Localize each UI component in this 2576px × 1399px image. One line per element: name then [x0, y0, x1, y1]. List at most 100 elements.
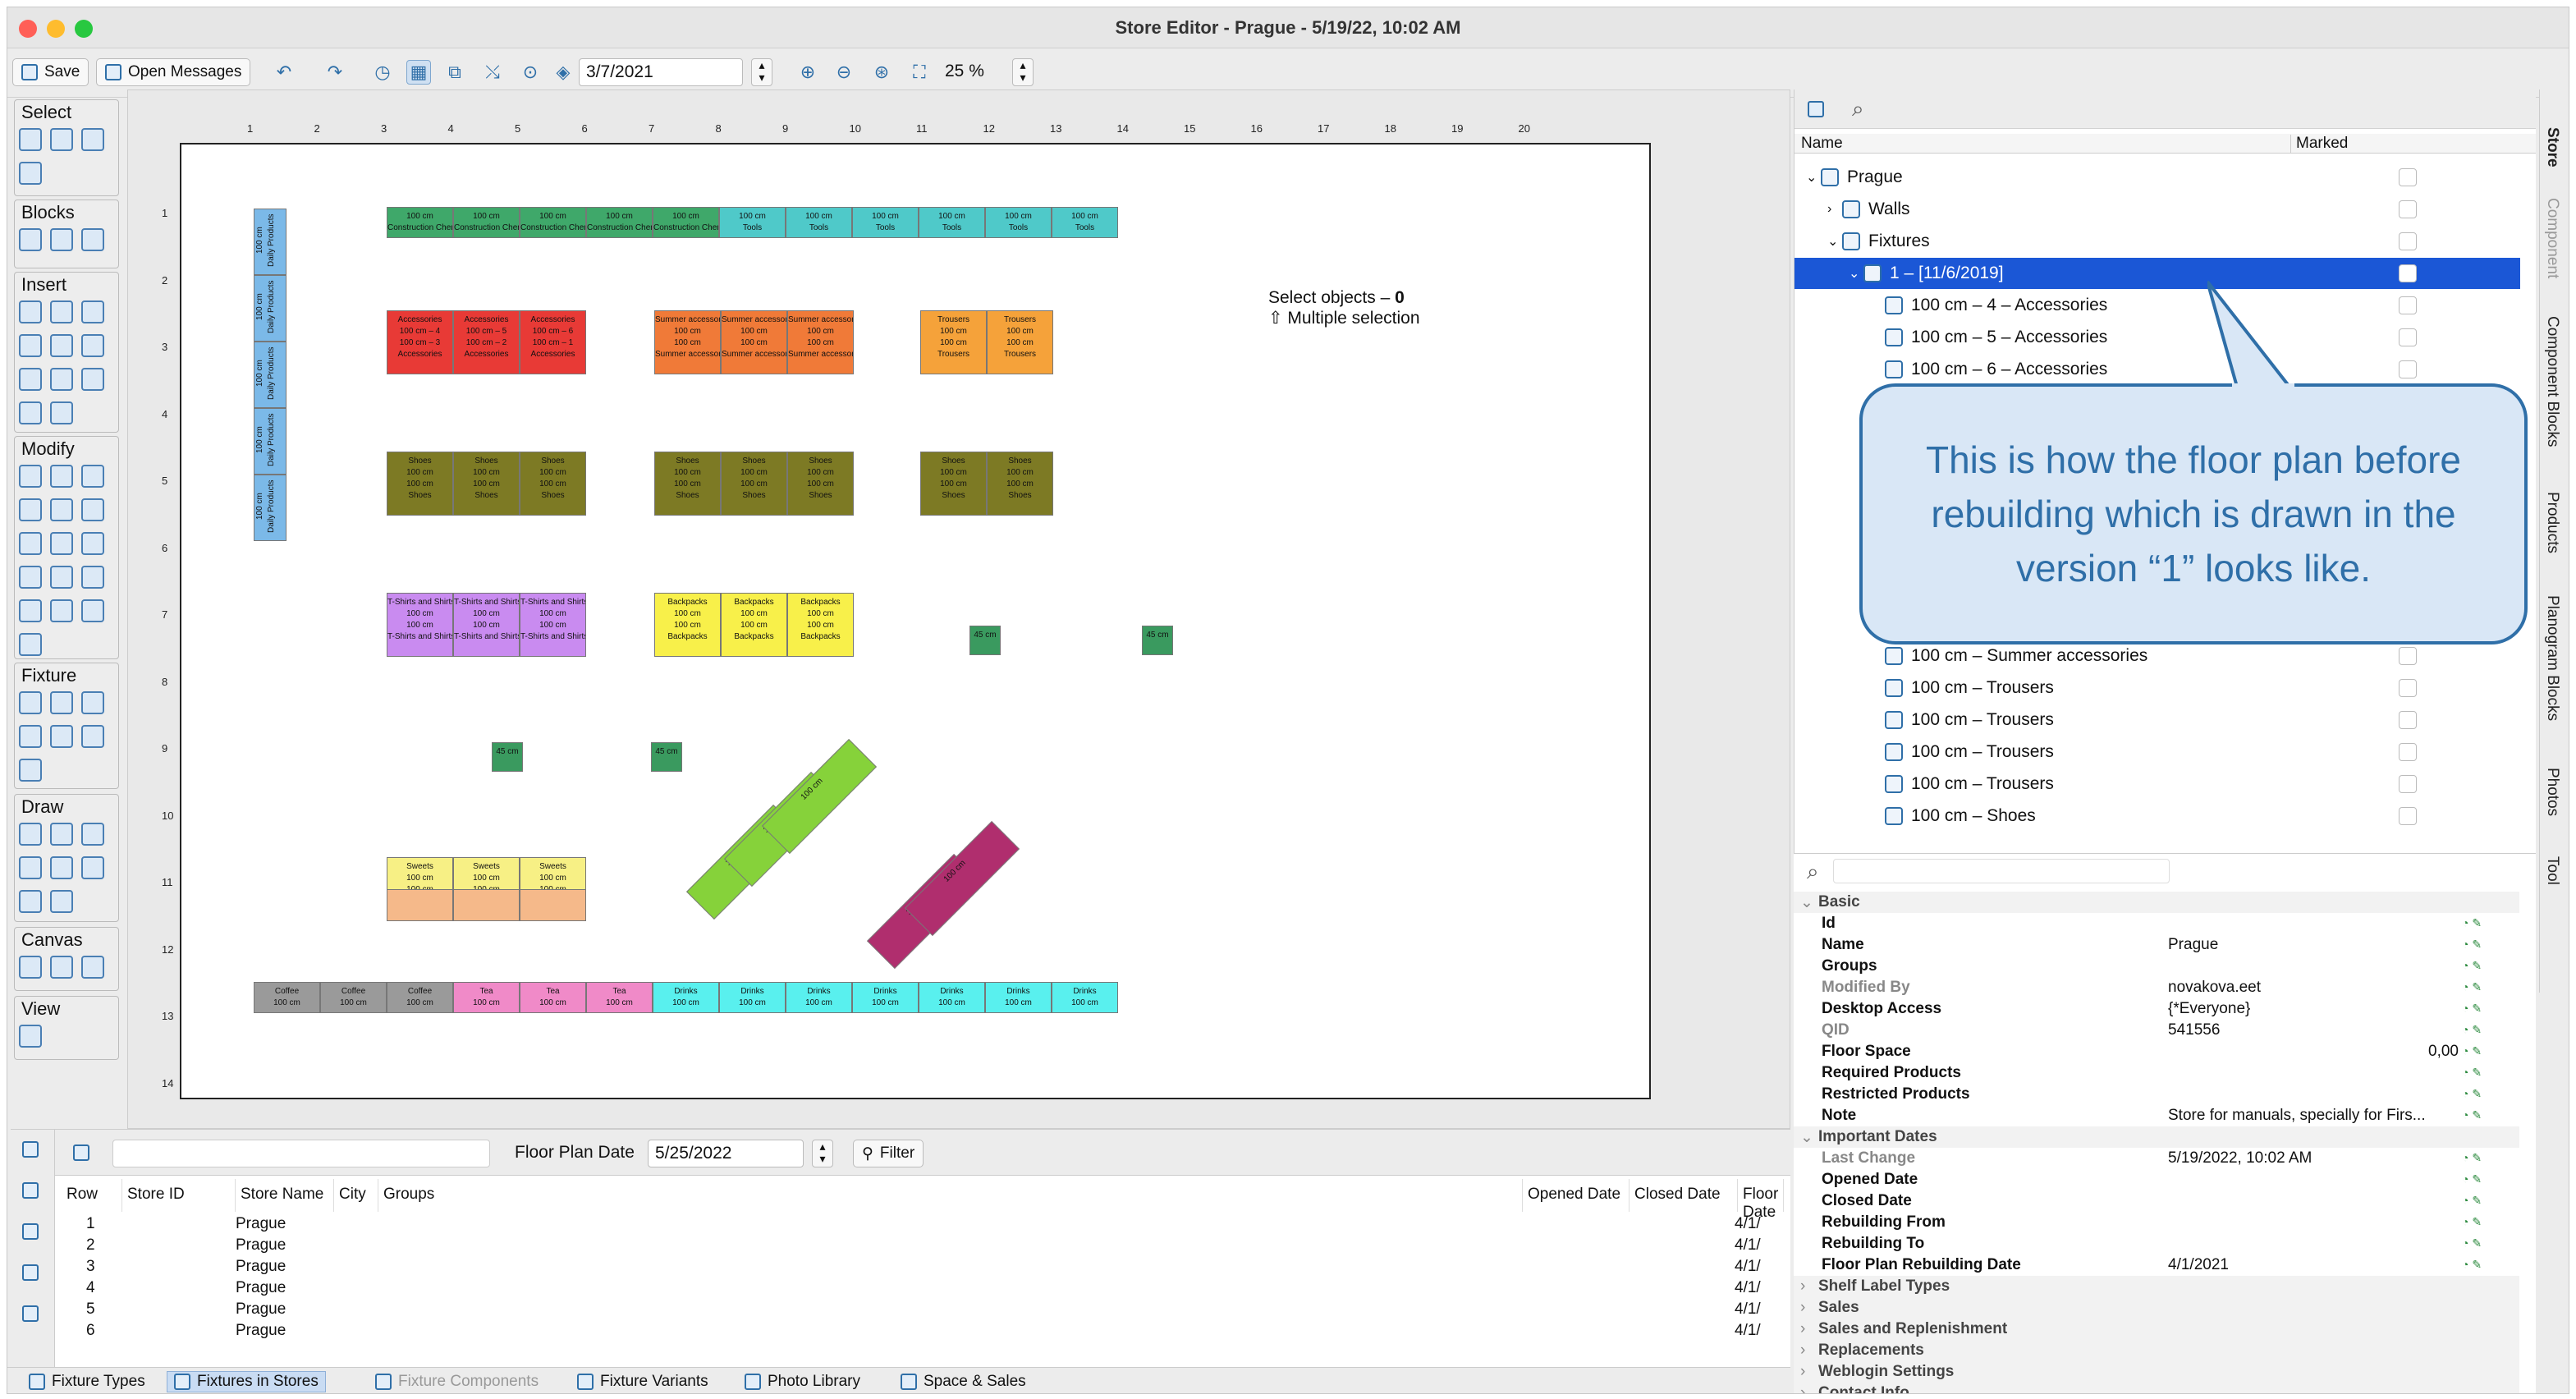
tab-component-blocks[interactable]: Component Blocks: [2543, 316, 2561, 447]
fixture-tree-icon[interactable]: [19, 691, 42, 714]
marked-checkbox[interactable]: [2399, 328, 2417, 346]
tree-expand-icon[interactable]: ⌄: [1849, 265, 1863, 282]
insert-table-icon[interactable]: [81, 300, 104, 323]
property-row[interactable]: Last Change 5/19/2022, 10:02 AM ◔ ✎: [1794, 1148, 2519, 1169]
view-options-icon[interactable]: [19, 1025, 42, 1048]
daily-products-fixture[interactable]: 100 cm Daily Products: [254, 475, 286, 541]
insert-ruler-icon[interactable]: [19, 368, 42, 391]
undo-icon[interactable]: ↶: [272, 60, 296, 85]
block-icon[interactable]: [19, 228, 42, 251]
table-column-header[interactable]: Store ID: [122, 1179, 236, 1212]
select-tool-icon[interactable]: [19, 128, 42, 151]
backpacks-fixture[interactable]: Backpacks 100 cm 100 cm Backpacks: [654, 593, 721, 657]
property-action-icons[interactable]: ◔ ✎: [2462, 916, 2495, 931]
fixture[interactable]: Tea 100 cm: [586, 982, 653, 1013]
draw-curve-icon[interactable]: [19, 856, 42, 879]
excel-icon[interactable]: [22, 1141, 39, 1158]
table-column-header[interactable]: Groups: [378, 1179, 1523, 1212]
align-center-icon[interactable]: [50, 532, 73, 555]
draw-rect-icon[interactable]: [81, 856, 104, 879]
tree-expand-icon[interactable]: ⌄: [1806, 169, 1821, 186]
property-row[interactable]: Modified By novakova.eet ◔ ✎: [1794, 977, 2519, 998]
property-action-icons[interactable]: ◔ ✎: [2462, 959, 2495, 974]
fixture[interactable]: Drinks 100 cm: [719, 982, 786, 1013]
table-row[interactable]: 2 Prague 4/1/: [63, 1236, 1779, 1258]
layer-tool-icon[interactable]: [81, 128, 104, 151]
insert-pen-icon[interactable]: [50, 368, 73, 391]
insert-text-icon[interactable]: [19, 334, 42, 357]
draw-circle-icon[interactable]: [19, 890, 42, 913]
table-column-header[interactable]: City: [334, 1179, 378, 1212]
property-action-icons[interactable]: ◔ ✎: [2462, 1258, 2495, 1273]
property-row[interactable]: Groups ◔ ✎: [1794, 956, 2519, 977]
table-search-input[interactable]: [112, 1140, 490, 1167]
salty-fixture[interactable]: [520, 889, 586, 921]
fixture[interactable]: Coffee 100 cm: [254, 982, 320, 1013]
small-fixture[interactable]: 45 cm: [492, 742, 523, 772]
property-row[interactable]: Id ◔ ✎: [1794, 913, 2519, 934]
small-fixture[interactable]: 45 cm: [969, 626, 1001, 655]
floor-plan-date-field[interactable]: 5/25/2022: [648, 1140, 804, 1167]
table-column-header[interactable]: Floor Date: [1738, 1179, 1784, 1221]
fixture[interactable]: Drinks 100 cm: [653, 982, 719, 1013]
zoom-stepper[interactable]: ▴ ▾: [1012, 58, 1034, 86]
export-icon[interactable]: [22, 1264, 39, 1281]
bottom-tab[interactable]: Fixture Variants: [571, 1371, 715, 1392]
property-action-icons[interactable]: ◔ ✎: [2462, 1066, 2495, 1080]
insert-camera-icon[interactable]: [50, 334, 73, 357]
insert-box-icon[interactable]: [81, 334, 104, 357]
tree-expand-icon[interactable]: ›: [1827, 202, 1842, 217]
fixture-grid-icon[interactable]: [19, 725, 42, 748]
excel-export-icon[interactable]: [22, 1182, 39, 1199]
resize-icon[interactable]: [19, 633, 42, 656]
group-chevron-icon[interactable]: ›: [1800, 1320, 1805, 1338]
fixture[interactable]: 100 cm Tools: [985, 207, 1052, 238]
property-action-icons[interactable]: ◔ ✎: [2462, 1236, 2495, 1251]
redo-icon[interactable]: ↷: [323, 60, 347, 85]
marked-checkbox[interactable]: [2399, 647, 2417, 665]
property-action-icons[interactable]: ◔ ✎: [2462, 1215, 2495, 1230]
property-action-icons[interactable]: ◔ ✎: [2462, 1172, 2495, 1187]
history-icon[interactable]: ◷: [370, 60, 395, 85]
property-action-icons[interactable]: ◔ ✎: [2462, 1087, 2495, 1102]
small-fixture[interactable]: 45 cm: [651, 742, 682, 772]
search-icon[interactable]: ⌕: [1852, 96, 1864, 122]
property-row[interactable]: Floor Space 0,00 ◔ ✎: [1794, 1041, 2519, 1062]
backpacks-fixture[interactable]: Backpacks 100 cm 100 cm Backpacks: [721, 593, 787, 657]
zoom-in-icon[interactable]: ⊕: [795, 60, 820, 85]
property-row[interactable]: Restricted Products ◔ ✎: [1794, 1084, 2519, 1105]
group-chevron-icon[interactable]: ›: [1800, 1384, 1805, 1393]
order-icon[interactable]: [81, 599, 104, 622]
draw-polyline-icon[interactable]: [50, 823, 73, 846]
tab-store[interactable]: Store: [2543, 127, 2561, 167]
table-column-header[interactable]: Store Name: [236, 1179, 334, 1212]
rotate-icon[interactable]: [81, 465, 104, 488]
backpacks-fixture[interactable]: Backpacks 100 cm 100 cm Backpacks: [787, 593, 854, 657]
layers-icon[interactable]: ◈: [551, 60, 575, 85]
table-column-header[interactable]: Closed Date: [1629, 1179, 1738, 1212]
marked-checkbox[interactable]: [2399, 360, 2417, 378]
canvas-size-icon[interactable]: [19, 956, 42, 979]
bottom-tab[interactable]: Fixture Components: [369, 1371, 545, 1392]
marked-checkbox[interactable]: [2399, 807, 2417, 825]
summer-accessories-fixture[interactable]: Summer accessories 100 cm 100 cm Summer acc…: [654, 310, 721, 374]
table-column-header[interactable]: Opened Date: [1523, 1179, 1629, 1212]
property-action-icons[interactable]: ◔ ✎: [2462, 938, 2495, 952]
version-date-field[interactable]: 3/7/2021: [579, 58, 743, 86]
marked-checkbox[interactable]: [2399, 168, 2417, 186]
target-tool-icon[interactable]: [50, 128, 73, 151]
rotated-fixture[interactable]: 100 cm: [761, 738, 878, 855]
tab-component[interactable]: Component: [2543, 198, 2561, 278]
fixture[interactable]: 100 cm Tools: [919, 207, 985, 238]
align-right-icon[interactable]: [81, 532, 104, 555]
insert-image-icon[interactable]: [19, 401, 42, 424]
distribute-icon[interactable]: [50, 498, 73, 521]
marked-checkbox[interactable]: [2399, 264, 2417, 282]
daily-products-fixture[interactable]: 100 cm Daily Products: [254, 408, 286, 475]
shoes-fixture[interactable]: Shoes 100 cm 100 cm Shoes: [654, 452, 721, 516]
table-row[interactable]: 5 Prague 4/1/: [63, 1300, 1779, 1322]
fullscreen-icon[interactable]: ⛶: [907, 60, 932, 85]
tshirts-fixture[interactable]: T-Shirts and Shirts 100 cm 100 cm T-Shirts …: [453, 593, 520, 657]
marked-checkbox[interactable]: [2399, 296, 2417, 314]
group-chevron-icon[interactable]: ›: [1800, 1277, 1805, 1296]
